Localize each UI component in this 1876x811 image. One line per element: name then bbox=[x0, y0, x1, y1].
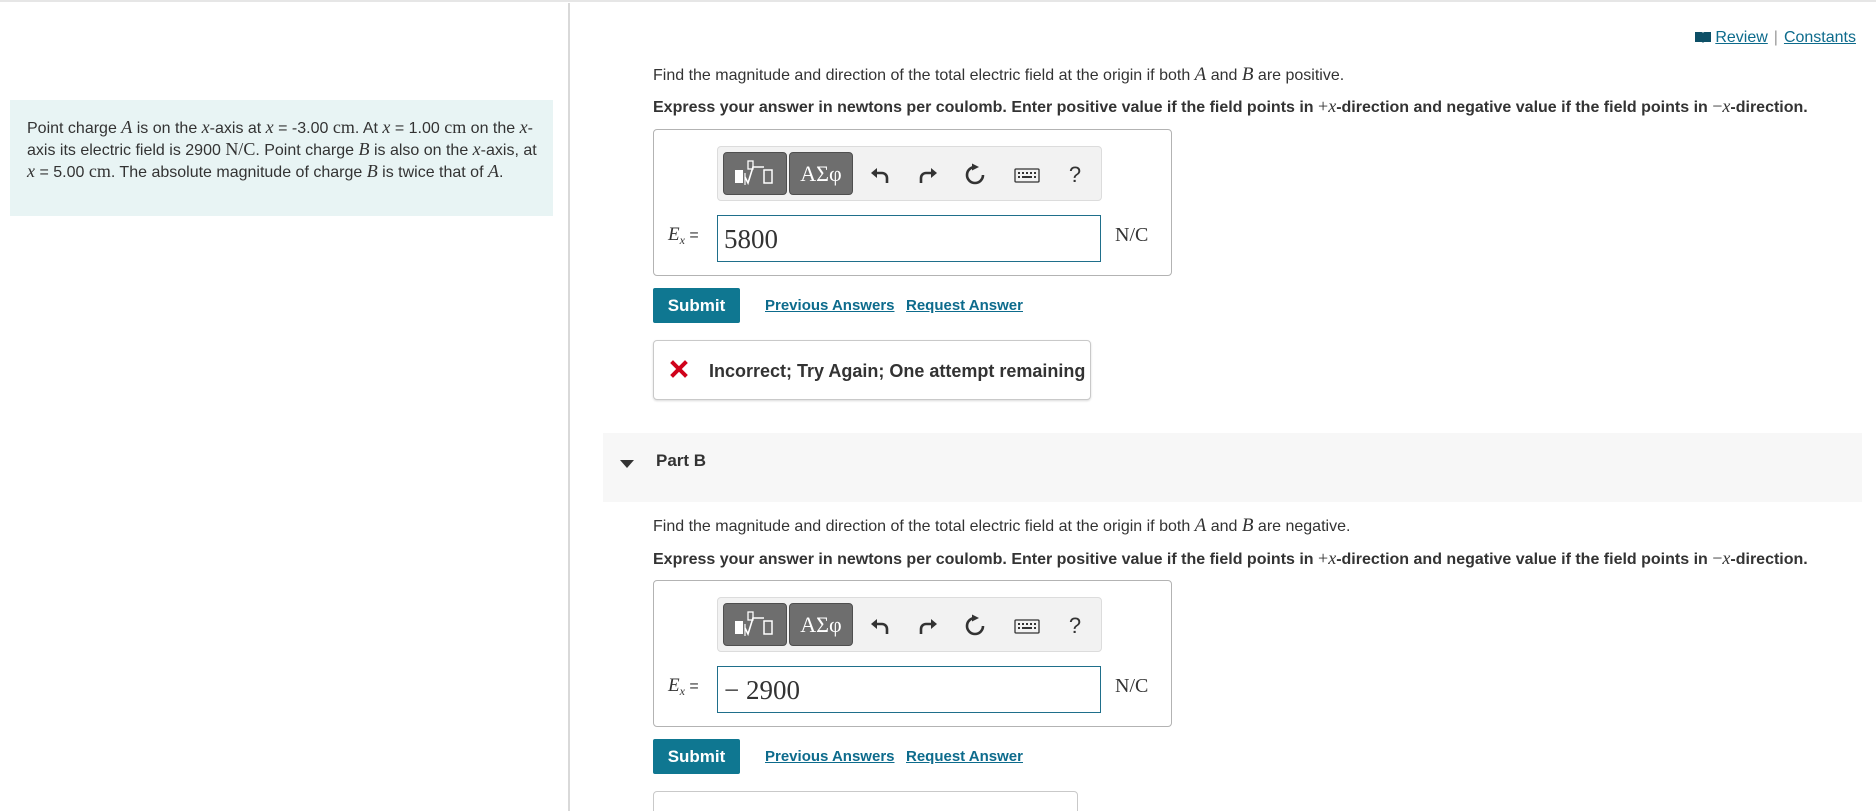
submit-button[interactable]: Submit bbox=[653, 739, 740, 774]
constants-link[interactable]: Constants bbox=[1784, 29, 1856, 46]
submit-button[interactable]: Submit bbox=[653, 288, 740, 323]
feedback-box: Incorrect; Try Again; One attempt remain… bbox=[653, 340, 1091, 400]
part-b-question: Find the magnitude and direction of the … bbox=[653, 515, 1351, 536]
part-a-question: Find the magnitude and direction of the … bbox=[653, 64, 1345, 85]
help-button[interactable]: ? bbox=[1061, 612, 1089, 640]
problem-statement: Point charge A is on the x-axis at x = -… bbox=[10, 100, 553, 216]
math-toolbar: ΑΣφ ? bbox=[717, 597, 1102, 652]
previous-answers-link[interactable]: Previous Answers bbox=[765, 297, 895, 314]
part-b-title: Part B bbox=[656, 451, 707, 470]
incorrect-x-icon bbox=[670, 360, 688, 383]
templates-button[interactable] bbox=[723, 152, 787, 195]
feedback-message: Incorrect; Try Again; One attempt remain… bbox=[709, 361, 1086, 381]
top-rule bbox=[0, 0, 1876, 3]
redo-icon[interactable] bbox=[914, 612, 942, 640]
request-answer-link[interactable]: Request Answer bbox=[906, 297, 1023, 314]
undo-icon[interactable] bbox=[866, 612, 894, 640]
ex-answer-input[interactable]: − 2900 bbox=[717, 666, 1101, 713]
request-answer-link[interactable]: Request Answer bbox=[906, 748, 1023, 765]
part-b-answer-box: ΑΣφ ? Ex = − 2900 N/C bbox=[653, 580, 1172, 727]
review-link[interactable]: Review bbox=[1715, 29, 1767, 46]
help-button[interactable]: ? bbox=[1061, 161, 1089, 189]
link-separator: | bbox=[1773, 29, 1778, 46]
templates-button[interactable] bbox=[723, 603, 787, 646]
templates-icon bbox=[735, 610, 773, 636]
pane-divider bbox=[568, 3, 570, 811]
part-a-instructions: Express your answer in newtons per coulo… bbox=[653, 96, 1808, 116]
part-a-answer-box: ΑΣφ ? Ex = 5800 N/C bbox=[653, 129, 1172, 276]
math-toolbar: ΑΣφ ? bbox=[717, 146, 1102, 201]
redo-icon[interactable] bbox=[914, 161, 942, 189]
ex-label: Ex = bbox=[668, 675, 699, 699]
reset-icon[interactable] bbox=[961, 612, 989, 640]
undo-icon[interactable] bbox=[866, 161, 894, 189]
part-b-instructions: Express your answer in newtons per coulo… bbox=[653, 548, 1808, 568]
ex-label: Ex = bbox=[668, 224, 699, 248]
greek-symbols-button[interactable]: ΑΣφ bbox=[789, 603, 853, 646]
part-b-feedback-box bbox=[653, 791, 1078, 811]
greek-symbols-button[interactable]: ΑΣφ bbox=[789, 152, 853, 195]
keyboard-icon[interactable] bbox=[1012, 612, 1042, 640]
book-icon bbox=[1694, 31, 1712, 49]
caret-down-icon bbox=[620, 457, 634, 475]
reset-icon[interactable] bbox=[961, 161, 989, 189]
templates-icon bbox=[735, 159, 773, 185]
part-b-header[interactable]: Part B bbox=[603, 433, 1862, 502]
unit-label: N/C bbox=[1115, 224, 1149, 246]
top-links: Review | Constants bbox=[1694, 29, 1856, 49]
ex-answer-input[interactable]: 5800 bbox=[717, 215, 1101, 262]
previous-answers-link[interactable]: Previous Answers bbox=[765, 748, 895, 765]
unit-label: N/C bbox=[1115, 675, 1149, 697]
keyboard-icon[interactable] bbox=[1012, 161, 1042, 189]
